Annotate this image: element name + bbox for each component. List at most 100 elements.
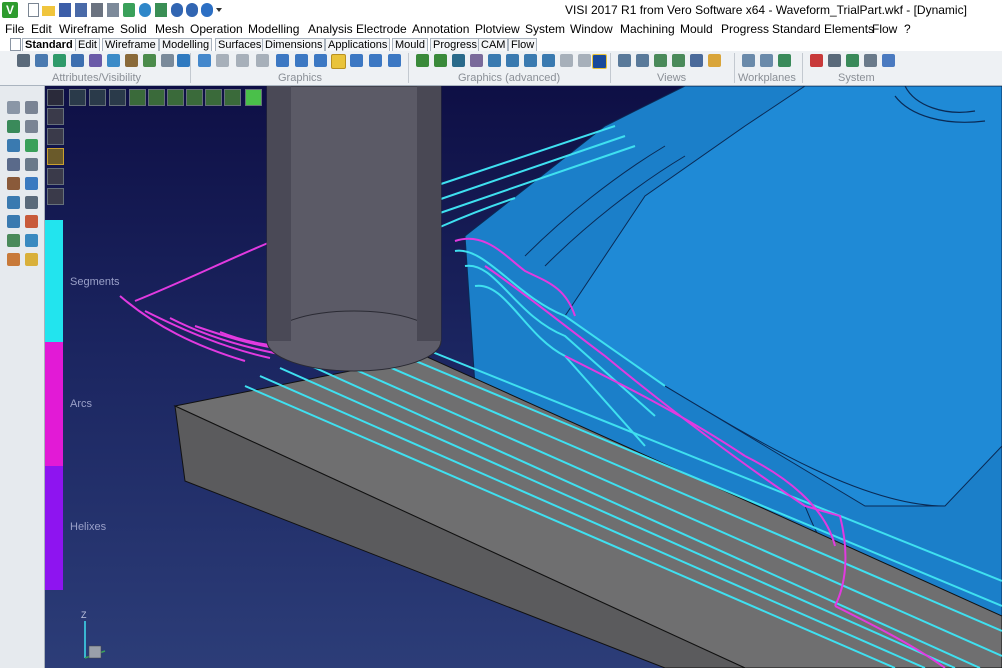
- tab-edit[interactable]: Edit: [75, 38, 100, 51]
- render-icon[interactable]: [350, 54, 363, 67]
- system-3-icon[interactable]: [846, 54, 859, 67]
- menu-operation[interactable]: Operation: [190, 22, 243, 36]
- menu-analysis[interactable]: Analysis: [308, 22, 353, 36]
- measure-icon[interactable]: [25, 215, 38, 228]
- advanced-graphics-6-icon[interactable]: [506, 54, 519, 67]
- copy-icon[interactable]: [7, 177, 20, 190]
- tab-wireframe[interactable]: Wireframe: [102, 38, 159, 51]
- snapshot-icon[interactable]: [155, 3, 167, 17]
- print-icon[interactable]: [91, 3, 103, 17]
- system-2-icon[interactable]: [828, 54, 841, 67]
- menu-plotview[interactable]: Plotview: [475, 22, 520, 36]
- tab-applications[interactable]: Applications: [325, 38, 391, 51]
- menu-solid[interactable]: Solid: [120, 22, 147, 36]
- customize-dropdown-icon[interactable]: [216, 8, 222, 12]
- new-file-icon[interactable]: [28, 3, 39, 17]
- smooth-shade-icon[interactable]: [295, 54, 308, 67]
- scale-icon[interactable]: [7, 158, 20, 171]
- advanced-graphics-4-icon[interactable]: [470, 54, 483, 67]
- view-1-icon[interactable]: [618, 54, 631, 67]
- tab-flow[interactable]: Flow: [508, 38, 538, 51]
- view-cube-6-icon[interactable]: [224, 89, 241, 106]
- cut-icon[interactable]: [25, 101, 38, 114]
- menu-standard-elements[interactable]: Standard Elements: [772, 22, 874, 36]
- visibility-icon[interactable]: [71, 54, 84, 67]
- view-cube-5-icon[interactable]: [205, 89, 222, 106]
- tab-dimensions[interactable]: Dimensions: [262, 38, 326, 51]
- attributes-icon[interactable]: [17, 54, 30, 67]
- properties-icon[interactable]: [7, 253, 20, 266]
- group-icon[interactable]: [161, 54, 174, 67]
- cross-icon[interactable]: [89, 89, 106, 106]
- tab-modelling[interactable]: Modelling: [159, 38, 213, 51]
- view-5-icon[interactable]: [690, 54, 703, 67]
- view-4-icon[interactable]: [672, 54, 685, 67]
- tab-standard[interactable]: Standard: [22, 38, 76, 51]
- tab-surfaces[interactable]: Surfaces: [215, 38, 265, 51]
- delete-icon[interactable]: [7, 234, 20, 247]
- colour-icon[interactable]: [53, 54, 66, 67]
- hide-icon[interactable]: [89, 54, 102, 67]
- workplane-1-icon[interactable]: [742, 54, 755, 67]
- layers-icon[interactable]: [35, 54, 48, 67]
- viewport-tool-2-icon[interactable]: [47, 128, 64, 145]
- menu-wireframe[interactable]: Wireframe: [59, 22, 114, 36]
- tab-progress[interactable]: Progress: [430, 38, 481, 51]
- view-3-icon[interactable]: [654, 54, 667, 67]
- shaded-icon[interactable]: [256, 54, 269, 67]
- view-cube-2-icon[interactable]: [148, 89, 165, 106]
- menu-annotation[interactable]: Annotation: [412, 22, 469, 36]
- filter-icon[interactable]: [143, 54, 156, 67]
- swap-icon[interactable]: [125, 54, 138, 67]
- offset-icon[interactable]: [25, 177, 38, 190]
- menu-mould[interactable]: Mould: [680, 22, 713, 36]
- dynamic-shade-icon[interactable]: [331, 54, 346, 69]
- view-2-icon[interactable]: [636, 54, 649, 67]
- advanced-graphics-2-icon[interactable]: [434, 54, 447, 67]
- view-cube-4-icon[interactable]: [186, 89, 203, 106]
- wireframe-view-icon[interactable]: [216, 54, 229, 67]
- rotate-icon[interactable]: [7, 139, 20, 152]
- menu-progress[interactable]: Progress: [721, 22, 769, 36]
- system-5-icon[interactable]: [882, 54, 895, 67]
- advanced-graphics-9-icon[interactable]: [560, 54, 573, 67]
- save-as-icon[interactable]: [75, 3, 87, 17]
- tab-cam[interactable]: CAM: [478, 38, 509, 51]
- show-icon[interactable]: [107, 54, 120, 67]
- refresh-icon[interactable]: [139, 3, 151, 17]
- menu-machining[interactable]: Machining: [620, 22, 675, 36]
- menu-file[interactable]: File: [5, 22, 24, 36]
- advanced-graphics-7-icon[interactable]: [524, 54, 537, 67]
- system-1-icon[interactable]: [810, 54, 823, 67]
- graphics-viewport[interactable]: Segments Arcs Helixes Z: [45, 86, 1002, 668]
- view-cube-1-icon[interactable]: [129, 89, 146, 106]
- advanced-graphics-8-icon[interactable]: [542, 54, 555, 67]
- advanced-graphics-11-icon[interactable]: [592, 54, 607, 69]
- resize-icon[interactable]: [109, 89, 126, 106]
- menu-window[interactable]: Window: [570, 22, 613, 36]
- view-cube-3-icon[interactable]: [167, 89, 184, 106]
- advanced-graphics-10-icon[interactable]: [578, 54, 591, 67]
- menu-flow[interactable]: Flow: [872, 22, 897, 36]
- help-icon[interactable]: [7, 215, 20, 228]
- array-icon[interactable]: [7, 196, 20, 209]
- undo-icon[interactable]: [171, 3, 183, 17]
- save-icon[interactable]: [59, 3, 71, 17]
- visibility-toggle-icon[interactable]: [177, 54, 190, 67]
- frame-icon[interactable]: [69, 89, 86, 106]
- check-icon[interactable]: [25, 139, 38, 152]
- workplane-3-icon[interactable]: [778, 54, 791, 67]
- mirror-icon[interactable]: [25, 158, 38, 171]
- viewport-tool-4-icon[interactable]: [47, 168, 64, 185]
- viewport-tool-3-icon[interactable]: [47, 148, 64, 165]
- shaded-edges-icon[interactable]: [276, 54, 289, 67]
- edit-icon[interactable]: [25, 120, 38, 133]
- ribbon-dropdown-icon[interactable]: [10, 38, 21, 51]
- export-icon[interactable]: [123, 3, 135, 17]
- project-icon[interactable]: [25, 196, 38, 209]
- transparent-icon[interactable]: [314, 54, 327, 67]
- menu-edit[interactable]: Edit: [31, 22, 52, 36]
- advanced-graphics-3-icon[interactable]: [452, 54, 465, 67]
- folder-tool-icon[interactable]: [25, 253, 38, 266]
- open-folder-icon[interactable]: [42, 6, 55, 16]
